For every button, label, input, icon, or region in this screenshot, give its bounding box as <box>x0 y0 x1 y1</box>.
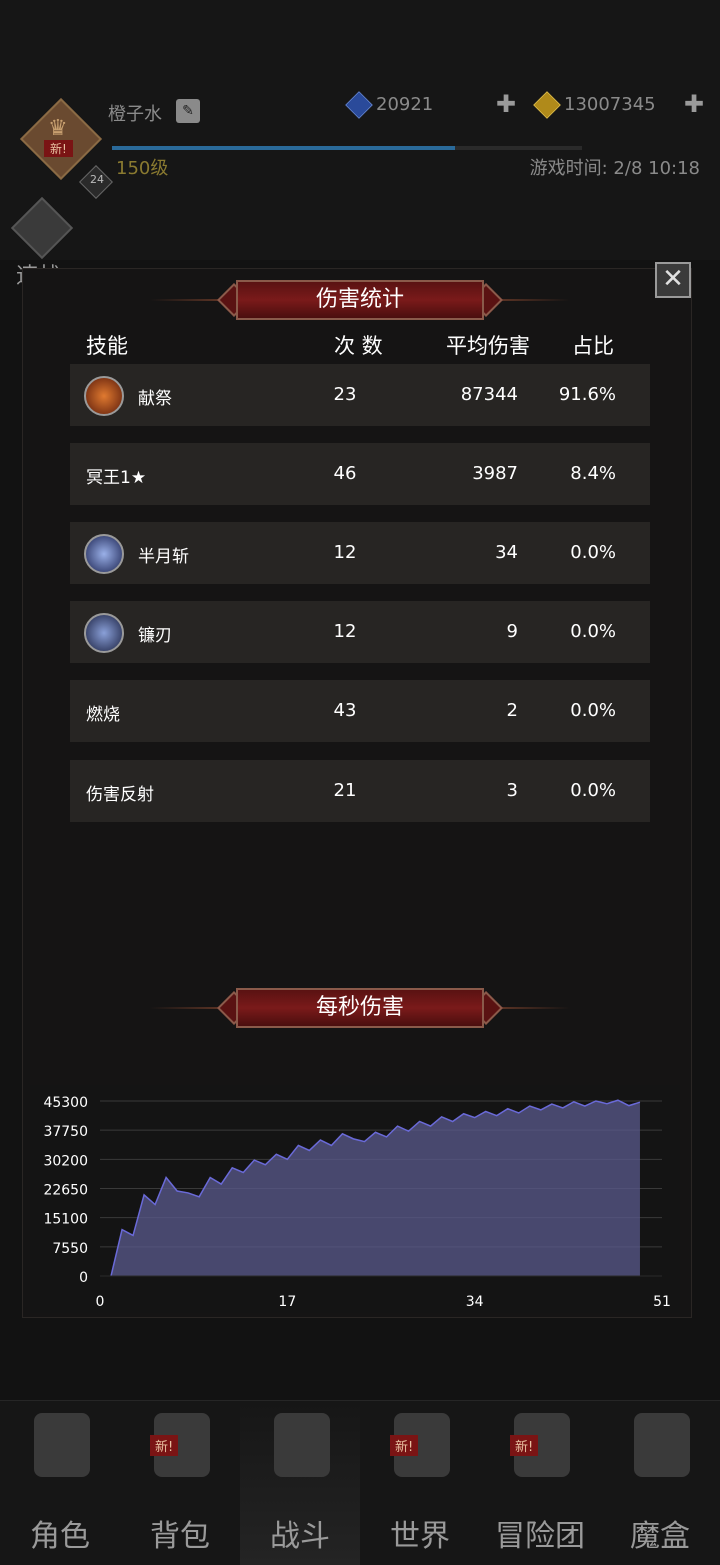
nav-item-world[interactable]: 新! 世界 <box>360 1401 480 1565</box>
col-header-avg: 平均伤害 <box>446 334 530 358</box>
skill-count: 46 <box>333 463 357 484</box>
new-badge: 新! <box>150 1435 179 1456</box>
xp-bar-fill <box>112 146 456 150</box>
damage-stats-title: 伤害统计 <box>236 280 484 320</box>
nav-label: 角色 <box>30 1519 90 1554</box>
blue-gem-icon <box>345 91 373 119</box>
nav-item-battle[interactable]: 战斗 <box>240 1401 360 1565</box>
nav-label: 世界 <box>390 1519 450 1554</box>
edit-name-icon[interactable]: ✎ <box>176 99 200 123</box>
resource-gems: 20921 ✚ <box>345 90 516 119</box>
resource-coins: 13007345 ✚ <box>533 90 704 119</box>
nav-item-adventure-team[interactable]: 新! 冒险团 <box>480 1401 600 1565</box>
dps-chart: 0 7550 15100 22650 30200 37750 45300 0 17 34 51 <box>30 1085 680 1325</box>
skill-count: 12 <box>333 621 357 642</box>
nav-label: 魔盒 <box>630 1519 690 1554</box>
game-time: 游戏时间: 2/8 10:18 <box>529 158 700 179</box>
table-row: 镰刃 12 9 0.0% <box>70 601 650 663</box>
y-tick-label: 45300 <box>43 1095 88 1111</box>
dps-ribbon: 每秒伤害 <box>150 988 570 1028</box>
close-button[interactable]: ✕ <box>655 262 691 298</box>
new-badge: 新! <box>510 1435 539 1456</box>
nav-item-backpack[interactable]: 新! 背包 <box>120 1401 240 1565</box>
col-header-count: 次 数 <box>334 334 383 358</box>
player-name: 橙子水 <box>108 104 162 125</box>
magic-cube-icon <box>634 1413 690 1477</box>
game-header: ♛ 新! 24 橙子水 ✎ 150级 20921 ✚ 13007345 ✚ 游戏… <box>0 0 720 289</box>
half-moon-slash-icon <box>84 534 124 574</box>
close-icon: ✕ <box>662 264 684 294</box>
gold-coin-icon <box>533 91 561 119</box>
quick-battle-icon <box>10 196 74 260</box>
y-tick-label: 22650 <box>43 1183 88 1199</box>
y-tick-label: 15100 <box>43 1212 88 1228</box>
table-row: 伤害反射 21 3 0.0% <box>70 760 650 822</box>
crown-icon: ♛ <box>48 116 68 141</box>
skill-avg-damage: 87344 <box>460 384 518 405</box>
skill-avg-damage: 3 <box>506 780 518 801</box>
table-row: 冥王1★ 46 3987 8.4% <box>70 443 650 505</box>
skill-percentage: 0.0% <box>570 621 616 642</box>
nav-item-magic-box[interactable]: 魔盒 <box>600 1401 720 1565</box>
x-tick-label: 0 <box>96 1294 105 1310</box>
add-gems-button[interactable]: ✚ <box>496 90 516 118</box>
nav-label: 战斗 <box>270 1519 330 1554</box>
bottom-nav: 角色 新! 背包 战斗 新! 世界 新! 冒险团 魔盒 <box>0 1400 720 1565</box>
sacrifice-icon <box>84 376 124 416</box>
x-tick-label: 51 <box>653 1294 671 1310</box>
gems-value: 20921 <box>376 94 434 115</box>
coins-value: 13007345 <box>564 94 656 115</box>
skill-count: 43 <box>333 700 357 721</box>
skill-avg-damage: 34 <box>495 542 518 563</box>
skill-name: 镰刃 <box>138 626 172 646</box>
y-tick-label: 30200 <box>43 1153 88 1169</box>
damage-stats-ribbon: 伤害统计 <box>150 280 570 320</box>
skill-percentage: 0.0% <box>570 542 616 563</box>
skill-name: 献祭 <box>138 389 172 409</box>
skill-avg-damage: 3987 <box>472 463 518 484</box>
table-row: 半月斩 12 34 0.0% <box>70 522 650 584</box>
dps-chart-svg: 0 7550 15100 22650 30200 37750 45300 0 17 34 51 <box>30 1085 680 1313</box>
skill-name: 冥王1★ <box>86 468 147 488</box>
skill-name: 半月斩 <box>138 547 189 567</box>
skill-count: 23 <box>333 384 357 405</box>
x-tick-label: 34 <box>466 1294 484 1310</box>
nav-item-character[interactable]: 角色 <box>0 1401 120 1565</box>
nav-label: 背包 <box>150 1519 210 1554</box>
avatar-new-badge: 新! <box>44 140 73 157</box>
table-row: 燃烧 43 2 0.0% <box>70 680 650 742</box>
skill-name: 伤害反射 <box>86 785 154 805</box>
y-tick-label: 0 <box>79 1270 88 1286</box>
skill-percentage: 91.6% <box>558 384 616 405</box>
col-header-skill: 技能 <box>86 334 128 358</box>
col-header-pct: 占比 <box>572 334 614 358</box>
player-level: 150级 <box>116 158 169 179</box>
skill-name: 燃烧 <box>86 705 120 725</box>
y-tick-label: 7550 <box>52 1241 88 1257</box>
dps-title: 每秒伤害 <box>236 988 484 1028</box>
add-coins-button[interactable]: ✚ <box>684 90 704 118</box>
skill-percentage: 0.0% <box>570 780 616 801</box>
player-avatar[interactable]: ♛ 新! 24 <box>18 96 113 199</box>
skill-count: 21 <box>333 780 357 801</box>
skill-avg-damage: 9 <box>506 621 518 642</box>
x-tick-label: 17 <box>278 1294 296 1310</box>
xp-bar <box>112 146 582 150</box>
helmet-icon <box>34 1413 90 1477</box>
new-badge: 新! <box>390 1435 419 1456</box>
y-tick-label: 37750 <box>43 1124 88 1140</box>
scythe-blade-icon <box>84 613 124 653</box>
skill-percentage: 8.4% <box>570 463 616 484</box>
skill-avg-damage: 2 <box>506 700 518 721</box>
sword-shield-icon <box>274 1413 330 1477</box>
skill-count: 12 <box>333 542 357 563</box>
nav-label: 冒险团 <box>495 1519 585 1554</box>
table-row: 献祭 23 87344 91.6% <box>70 364 650 426</box>
avatar-sub-level: 24 <box>90 173 104 186</box>
skill-percentage: 0.0% <box>570 700 616 721</box>
